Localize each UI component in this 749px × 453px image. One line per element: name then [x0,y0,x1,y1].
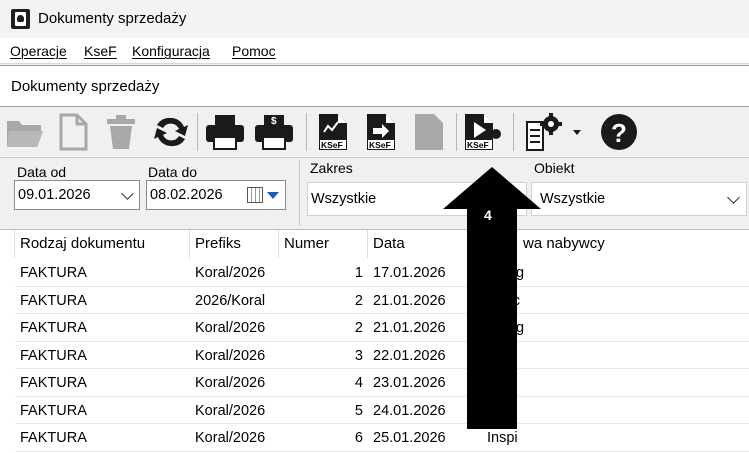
table-row[interactable]: FAKTURAKoral/2026117.01.2026Blang [15,259,749,287]
date-to-picker[interactable]: 08.02.2026 [146,180,286,210]
table-row[interactable]: FAKTURA2026/Koral221.01.2026Kanc [15,287,749,314]
cell-number: 4 [354,375,363,391]
annotation-label: 4 [484,207,492,223]
date-to-label: Data do [148,164,198,180]
settings-icon[interactable] [520,111,590,153]
ksef-export-label: KSeF [369,140,391,150]
cell-prefix: Koral/2026 [195,347,266,364]
app-icon [11,9,30,29]
ksef-import-icon[interactable]: KSeF [461,111,503,153]
cell-prefix: Koral/2026 [195,402,266,419]
title-bar: Dokumenty sprzedaży [0,0,749,38]
open-folder-icon[interactable] [4,111,46,153]
cell-number: 3 [354,347,363,364]
new-document-icon[interactable] [52,111,94,153]
cell-prefix: Koral/2026 [195,430,266,446]
cell-document-type: FAKTURA [20,320,87,336]
cell-number: 2 [354,320,363,336]
range-value: Wszystkie [311,191,377,207]
ksef-import-label: KSeF [467,140,489,150]
print-icon[interactable] [204,111,246,153]
menu-konfiguracja[interactable]: Konfiguracja [132,43,210,59]
calendar-icon[interactable] [247,187,263,203]
filter-panel: Data od 09.01.2026 Data do 08.02.2026 Za… [0,157,749,229]
date-from-picker[interactable]: 09.01.2026 [14,180,140,210]
range-label: Zakres [310,160,353,176]
delete-icon[interactable] [100,111,142,153]
cell-number: 2 [354,292,363,309]
svg-text:?: ? [611,118,627,148]
menu-ksef[interactable]: KseF [84,43,117,59]
ksef-send-icon[interactable]: KSeF [312,111,354,153]
cell-number: 5 [354,402,363,419]
blank-document-icon[interactable] [408,111,450,153]
document-title-bar: Dokumenty sprzedaży [0,65,749,107]
column-header-prefix[interactable]: Prefiks [190,230,279,258]
menu-bar: Operacje KseF Konfiguracja Pomoc [0,38,749,64]
cell-prefix: Koral/2026 [195,265,266,281]
table-row[interactable]: FAKTURAKoral/2026322.01.2026Abel [15,342,749,369]
date-to-value: 08.02.2026 [150,187,223,203]
cell-prefix: Koral/2026 [195,375,266,391]
refresh-icon[interactable] [150,111,192,153]
documents-table: Rodzaj dokumentu Prefiks Numer Data wa n… [0,229,749,453]
cell-number: 6 [354,430,363,446]
annotation-arrow [443,167,541,429]
ksef-send-label: KSeF [321,140,343,150]
cell-buyer-name: Inspi [487,430,518,446]
cell-number: 1 [354,265,363,281]
table-row[interactable]: FAKTURAKoral/2026423.01.2026Inspi [15,369,749,397]
object-select[interactable]: Wszystkie [531,182,747,216]
cell-document-type: FAKTURA [20,347,87,364]
cell-prefix: 2026/Koral [195,292,266,309]
cell-document-type: FAKTURA [20,375,87,391]
document-title: Dokumenty sprzedaży [11,78,160,95]
window-title: Dokumenty sprzedaży [38,10,187,27]
toolbar: $ KSeF KSeF KSeF ? [0,107,749,157]
dropdown-arrow-icon[interactable] [267,192,279,199]
date-from-label: Data od [17,164,67,180]
cell-prefix: Koral/2026 [195,320,266,336]
ksef-export-icon[interactable]: KSeF [360,111,402,153]
row-header-corner [0,230,15,258]
table-row[interactable]: FAKTURAKoral/2026221.01.2026Blang [15,314,749,342]
chevron-down-icon[interactable] [727,191,740,204]
table-row[interactable]: FAKTURAKoral/2026524.01.2026Inspi [15,397,749,424]
column-header-number[interactable]: Numer [279,230,368,258]
table-row[interactable]: FAKTURA Koral/2026 6 25.01.2026 Inspi [15,424,749,452]
column-header-document-type[interactable]: Rodzaj dokumentu [15,230,190,258]
cell-document-type: FAKTURA [20,402,87,419]
cell-document-type: FAKTURA [20,292,87,309]
cell-document-type: FAKTURA [20,265,87,281]
menu-pomoc[interactable]: Pomoc [232,43,276,59]
filter-divider [299,160,300,226]
object-value: Wszystkie [540,191,606,207]
cell-date: 25.01.2026 [373,430,446,446]
chevron-down-icon[interactable] [121,187,134,200]
cell-document-type: FAKTURA [20,430,87,446]
help-icon[interactable]: ? [598,111,640,153]
date-from-value: 09.01.2026 [18,187,91,203]
print-preview-icon[interactable]: $ [253,111,295,153]
menu-operacje[interactable]: Operacje [10,43,67,59]
